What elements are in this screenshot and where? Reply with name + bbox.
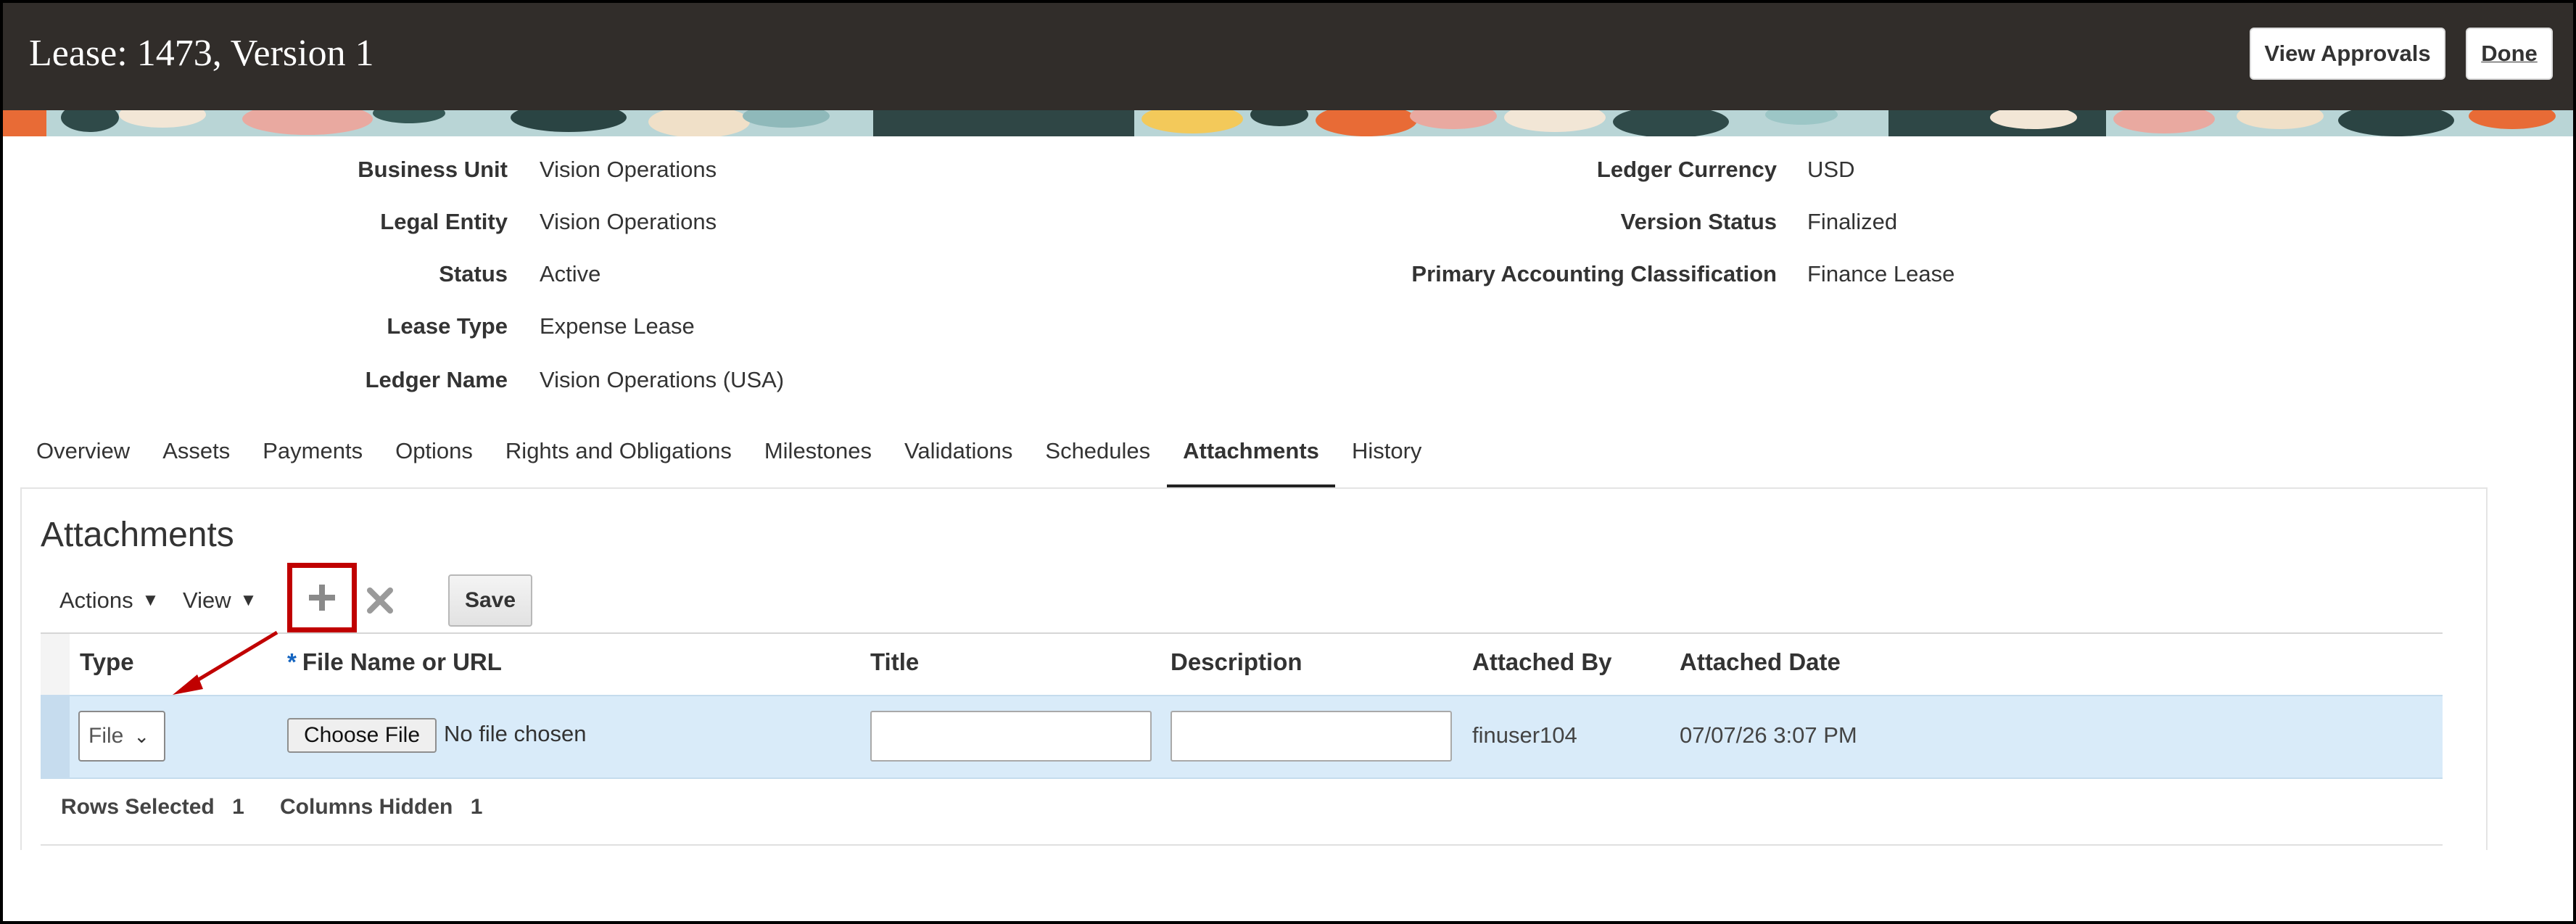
columns-hidden-label: Columns Hidden [280, 795, 453, 819]
business-unit-label: Business Unit [358, 157, 508, 182]
ledger-name-value: Vision Operations (USA) [540, 367, 785, 392]
actions-menu[interactable]: Actions ▼ [59, 587, 159, 614]
page-header: Lease: 1473, Version 1 View Approvals Do… [3, 3, 2573, 110]
rows-selected: Rows Selected 1 [61, 795, 244, 820]
column-header-type[interactable]: Type [80, 648, 134, 676]
tab-payments[interactable]: Payments [263, 437, 363, 489]
no-file-chosen-text: No file chosen [444, 721, 587, 746]
view-approvals-button[interactable]: View Approvals [2250, 28, 2445, 80]
close-x-icon[interactable] [366, 586, 395, 615]
save-button[interactable]: Save [448, 574, 532, 627]
title-input[interactable] [870, 711, 1152, 762]
column-header-file-name[interactable]: * File Name or URL [287, 648, 502, 676]
rows-selected-label: Rows Selected [61, 795, 215, 819]
tab-schedules[interactable]: Schedules [1045, 437, 1150, 489]
column-header-description[interactable]: Description [1171, 648, 1303, 676]
tab-overview[interactable]: Overview [36, 437, 130, 489]
attached-date-value: 07/07/26 3:07 PM [1680, 722, 1857, 748]
columns-hidden: Columns Hidden 1 [280, 795, 482, 820]
lease-type-value: Expense Lease [540, 313, 695, 339]
view-menu[interactable]: View ▼ [183, 587, 257, 614]
legal-entity-label: Legal Entity [380, 209, 508, 234]
table-bottom-border [41, 844, 2443, 846]
columns-hidden-value: 1 [470, 795, 483, 819]
page-title: Lease: 1473, Version 1 [29, 33, 374, 74]
caret-down-icon: ▼ [141, 590, 160, 610]
column-header-file-name-label: File Name or URL [302, 648, 502, 675]
tab-rights-and-obligations[interactable]: Rights and Obligations [505, 437, 732, 489]
tab-history[interactable]: History [1352, 437, 1421, 489]
ledger-currency-value: USD [1807, 157, 1855, 182]
ledger-currency-label: Ledger Currency [1596, 157, 1777, 182]
legal-entity-value: Vision Operations [540, 209, 717, 234]
required-indicator: * [287, 648, 297, 675]
primary-classification-value: Finance Lease [1807, 261, 1955, 286]
status-label: Status [439, 261, 508, 286]
type-select[interactable]: File ⌄ [78, 711, 165, 762]
primary-classification-label: Primary Accounting Classification [1411, 261, 1777, 286]
description-input[interactable] [1171, 711, 1452, 762]
tab-bar: Overview Assets Payments Options Rights … [36, 437, 1454, 489]
attachments-heading: Attachments [41, 516, 234, 554]
version-status-label: Version Status [1620, 209, 1777, 234]
ledger-name-label: Ledger Name [365, 367, 508, 392]
caret-down-icon: ▼ [239, 590, 257, 610]
view-menu-label: View [183, 587, 231, 613]
done-button[interactable]: Done [2466, 28, 2553, 80]
plus-icon[interactable] [307, 583, 337, 612]
tab-milestones[interactable]: Milestones [764, 437, 872, 489]
column-header-title[interactable]: Title [870, 648, 919, 676]
type-select-value: File [88, 724, 124, 748]
column-header-attached-by[interactable]: Attached By [1472, 648, 1612, 676]
choose-file-button[interactable]: Choose File [287, 718, 437, 753]
tab-validations[interactable]: Validations [904, 437, 1012, 489]
rows-selected-value: 1 [232, 795, 244, 819]
decorative-banner [3, 110, 2573, 136]
actions-menu-label: Actions [59, 587, 133, 613]
window-frame: Lease: 1473, Version 1 View Approvals Do… [0, 0, 2576, 924]
business-unit-value: Vision Operations [540, 157, 717, 182]
version-status-value: Finalized [1807, 209, 1898, 234]
header-row-marker [41, 634, 70, 695]
status-value: Active [540, 261, 601, 286]
tab-options[interactable]: Options [395, 437, 473, 489]
tab-assets[interactable]: Assets [162, 437, 230, 489]
row-selection-marker [41, 695, 70, 779]
attached-by-value: finuser104 [1472, 722, 1577, 748]
table-top-border [41, 632, 2443, 634]
lease-type-label: Lease Type [387, 313, 508, 339]
chevron-down-icon: ⌄ [133, 725, 150, 747]
column-header-attached-date[interactable]: Attached Date [1680, 648, 1841, 676]
tab-attachments[interactable]: Attachments [1167, 437, 1335, 489]
